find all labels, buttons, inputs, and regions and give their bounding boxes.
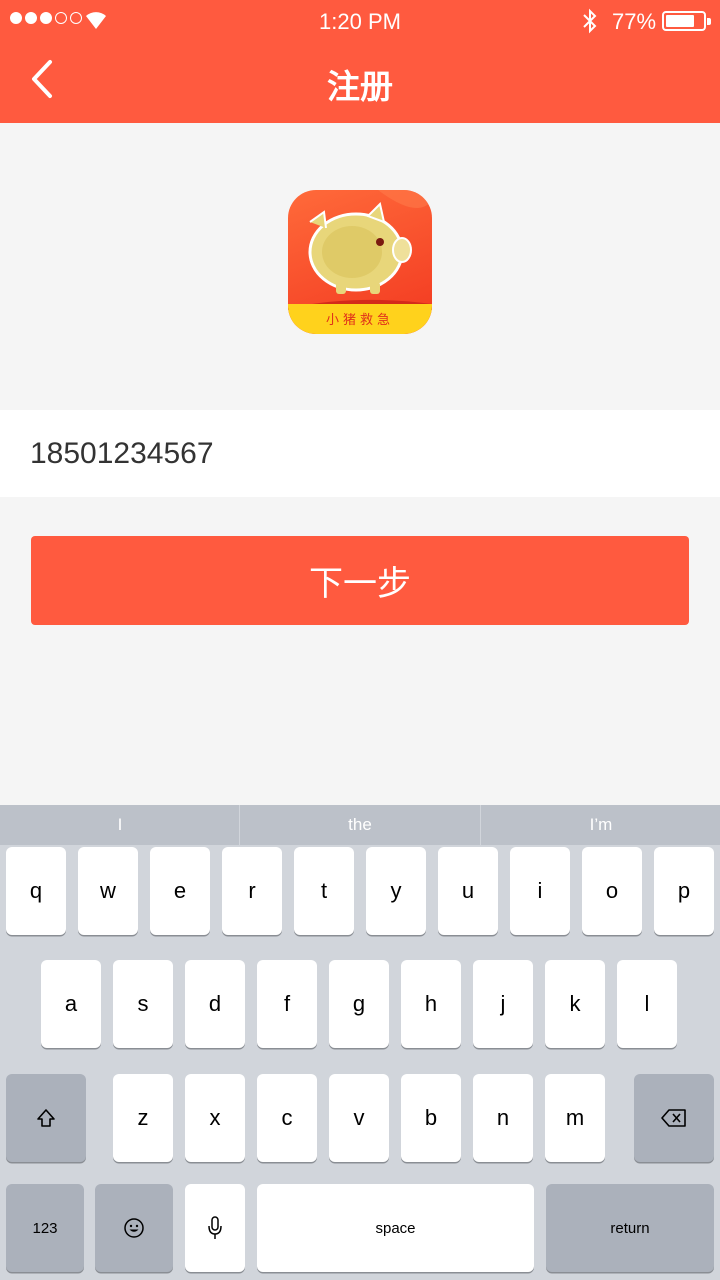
next-step-button[interactable]: 下一步 [31, 536, 689, 625]
suggestion-2[interactable]: the [240, 805, 480, 845]
dictation-key[interactable] [185, 1184, 245, 1272]
emoji-key[interactable] [95, 1184, 173, 1272]
microphone-icon [208, 1216, 222, 1239]
key-n[interactable]: n [473, 1074, 533, 1162]
key-m[interactable]: m [545, 1074, 605, 1162]
backspace-icon [661, 1109, 686, 1127]
phone-field-row [0, 410, 720, 497]
bluetooth-icon [583, 8, 597, 34]
key-t[interactable]: t [294, 847, 354, 935]
key-h[interactable]: h [401, 960, 461, 1048]
suggestion-bar: I the I’m [0, 805, 720, 845]
numbers-key[interactable]: 123 [6, 1184, 84, 1272]
return-key[interactable]: return [546, 1184, 714, 1272]
key-s[interactable]: s [113, 960, 173, 1048]
backspace-key[interactable] [634, 1074, 714, 1162]
battery-icon [662, 11, 711, 31]
nav-bar: 注册 [0, 44, 720, 123]
app-logo: 小猪救急 [288, 190, 432, 334]
key-i[interactable]: i [510, 847, 570, 935]
status-bar: 1:20 PM 77% [0, 0, 720, 44]
key-o[interactable]: o [582, 847, 642, 935]
key-d[interactable]: d [185, 960, 245, 1048]
suggestion-1[interactable]: I [0, 805, 240, 845]
suggestion-3[interactable]: I’m [481, 805, 720, 845]
key-q[interactable]: q [6, 847, 66, 935]
battery-percent: 77% [612, 9, 657, 34]
key-b[interactable]: b [401, 1074, 461, 1162]
shift-icon [37, 1109, 55, 1127]
key-r[interactable]: r [222, 847, 282, 935]
header: 1:20 PM 77% 注册 [0, 0, 720, 123]
key-k[interactable]: k [545, 960, 605, 1048]
key-x[interactable]: x [185, 1074, 245, 1162]
key-l[interactable]: l [617, 960, 677, 1048]
key-f[interactable]: f [257, 960, 317, 1048]
key-w[interactable]: w [78, 847, 138, 935]
key-v[interactable]: v [329, 1074, 389, 1162]
space-key[interactable]: space [257, 1184, 534, 1272]
key-y[interactable]: y [366, 847, 426, 935]
page-title: 注册 [327, 68, 393, 105]
emoji-icon [124, 1218, 144, 1238]
logo-label: 小猪救急 [325, 312, 394, 327]
key-j[interactable]: j [473, 960, 533, 1048]
key-z[interactable]: z [113, 1074, 173, 1162]
key-a[interactable]: a [41, 960, 101, 1048]
key-e[interactable]: e [150, 847, 210, 935]
phone-input[interactable] [30, 410, 690, 497]
key-p[interactable]: p [654, 847, 714, 935]
key-c[interactable]: c [257, 1074, 317, 1162]
key-u[interactable]: u [438, 847, 498, 935]
key-g[interactable]: g [329, 960, 389, 1048]
shift-key[interactable] [6, 1074, 86, 1162]
keyboard: I the I’m q w e r t y u i o p a s d f g … [0, 805, 720, 1280]
